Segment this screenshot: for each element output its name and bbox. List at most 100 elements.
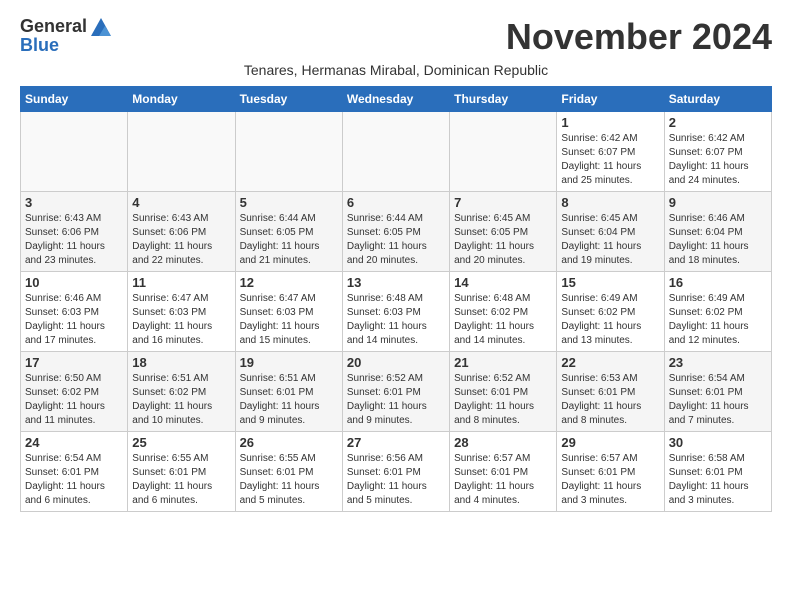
calendar-day-cell: 16 Sunrise: 6:49 AMSunset: 6:02 PMDayligh… [664,272,771,352]
day-info: Sunrise: 6:53 AMSunset: 6:01 PMDaylight:… [561,372,659,428]
day-number: 27 [347,435,445,450]
calendar-day-cell: 30Sunrise: 6:58 AMSunset: 6:01 PMDayligh… [664,432,771,512]
day-number: 9 [669,195,767,210]
day-info: Sunrise: 6:49 AMSunset: 6:02 PMDaylight:… [669,292,767,348]
calendar-day-cell: 9 Sunrise: 6:46 AMSunset: 6:04 PMDaylight… [664,192,771,272]
calendar-day-cell: 13Sunrise: 6:48 AMSunset: 6:03 PMDayligh… [342,272,449,352]
day-number: 14 [454,275,552,290]
calendar-day-cell: 11 Sunrise: 6:47 AMSunset: 6:03 PMDayligh… [128,272,235,352]
calendar-day-cell: 25 Sunrise: 6:55 AMSunset: 6:01 PMDayligh… [128,432,235,512]
day-info: Sunrise: 6:46 AMSunset: 6:03 PMDaylight:… [25,292,123,348]
day-number: 19 [240,355,338,370]
day-info: Sunrise: 6:57 AMSunset: 6:01 PMDaylight:… [561,452,659,508]
calendar-day-cell: 14 Sunrise: 6:48 AMSunset: 6:02 PMDayligh… [450,272,557,352]
calendar-day-cell [235,112,342,192]
calendar-day-cell: 15 Sunrise: 6:49 AMSunset: 6:02 PMDayligh… [557,272,664,352]
calendar-day-cell: 10 Sunrise: 6:46 AMSunset: 6:03 PMDayligh… [21,272,128,352]
weekday-header-wednesday: Wednesday [342,87,449,112]
day-info: Sunrise: 6:45 AMSunset: 6:05 PMDaylight:… [454,212,552,268]
calendar-day-cell: 22 Sunrise: 6:53 AMSunset: 6:01 PMDayligh… [557,352,664,432]
day-info: Sunrise: 6:52 AMSunset: 6:01 PMDaylight:… [347,372,445,428]
day-number: 24 [25,435,123,450]
calendar-day-cell: 19 Sunrise: 6:51 AMSunset: 6:01 PMDayligh… [235,352,342,432]
day-info: Sunrise: 6:51 AMSunset: 6:01 PMDaylight:… [240,372,338,428]
day-info: Sunrise: 6:55 AMSunset: 6:01 PMDaylight:… [132,452,230,508]
day-number: 5 [240,195,338,210]
day-info: Sunrise: 6:43 AMSunset: 6:06 PMDaylight:… [25,212,123,268]
day-info: Sunrise: 6:54 AMSunset: 6:01 PMDaylight:… [25,452,123,508]
day-number: 26 [240,435,338,450]
day-info: Sunrise: 6:55 AMSunset: 6:01 PMDaylight:… [240,452,338,508]
calendar-week-row: 24 Sunrise: 6:54 AMSunset: 6:01 PMDayligh… [21,432,772,512]
day-info: Sunrise: 6:54 AMSunset: 6:01 PMDaylight:… [669,372,767,428]
day-number: 3 [25,195,123,210]
weekday-header-tuesday: Tuesday [235,87,342,112]
calendar-week-row: 10 Sunrise: 6:46 AMSunset: 6:03 PMDayligh… [21,272,772,352]
calendar-day-cell: 1Sunrise: 6:42 AMSunset: 6:07 PMDaylight… [557,112,664,192]
day-info: Sunrise: 6:58 AMSunset: 6:01 PMDaylight:… [669,452,767,508]
calendar-day-cell: 2 Sunrise: 6:42 AMSunset: 6:07 PMDaylight… [664,112,771,192]
day-number: 21 [454,355,552,370]
calendar-day-cell [342,112,449,192]
calendar-day-cell: 18Sunrise: 6:51 AMSunset: 6:02 PMDayligh… [128,352,235,432]
day-number: 29 [561,435,659,450]
day-number: 6 [347,195,445,210]
day-number: 15 [561,275,659,290]
calendar-week-row: 17 Sunrise: 6:50 AMSunset: 6:02 PMDayligh… [21,352,772,432]
weekday-header-row: SundayMondayTuesdayWednesdayThursdayFrid… [21,87,772,112]
day-info: Sunrise: 6:46 AMSunset: 6:04 PMDaylight:… [669,212,767,268]
page-header: General Blue November 2024 [20,16,772,58]
day-info: Sunrise: 6:48 AMSunset: 6:02 PMDaylight:… [454,292,552,348]
calendar-day-cell: 17 Sunrise: 6:50 AMSunset: 6:02 PMDayligh… [21,352,128,432]
day-info: Sunrise: 6:45 AMSunset: 6:04 PMDaylight:… [561,212,659,268]
calendar-day-cell: 21Sunrise: 6:52 AMSunset: 6:01 PMDayligh… [450,352,557,432]
day-number: 4 [132,195,230,210]
day-info: Sunrise: 6:42 AMSunset: 6:07 PMDaylight:… [669,132,767,188]
logo-general-text: General [20,16,87,37]
weekday-header-monday: Monday [128,87,235,112]
day-info: Sunrise: 6:50 AMSunset: 6:02 PMDaylight:… [25,372,123,428]
weekday-header-sunday: Sunday [21,87,128,112]
day-number: 2 [669,115,767,130]
calendar-day-cell: 20 Sunrise: 6:52 AMSunset: 6:01 PMDayligh… [342,352,449,432]
day-number: 10 [25,275,123,290]
day-info: Sunrise: 6:49 AMSunset: 6:02 PMDaylight:… [561,292,659,348]
day-info: Sunrise: 6:44 AMSunset: 6:05 PMDaylight:… [347,212,445,268]
day-number: 18 [132,355,230,370]
day-number: 16 [669,275,767,290]
day-number: 20 [347,355,445,370]
calendar-day-cell: 28Sunrise: 6:57 AMSunset: 6:01 PMDayligh… [450,432,557,512]
month-title: November 2024 [506,16,772,58]
day-info: Sunrise: 6:47 AMSunset: 6:03 PMDaylight:… [132,292,230,348]
day-number: 23 [669,355,767,370]
calendar-day-cell: 7Sunrise: 6:45 AMSunset: 6:05 PMDaylight… [450,192,557,272]
calendar-day-cell: 23 Sunrise: 6:54 AMSunset: 6:01 PMDayligh… [664,352,771,432]
calendar-day-cell [128,112,235,192]
logo-icon [91,18,111,36]
day-number: 11 [132,275,230,290]
day-info: Sunrise: 6:47 AMSunset: 6:03 PMDaylight:… [240,292,338,348]
weekday-header-thursday: Thursday [450,87,557,112]
day-number: 17 [25,355,123,370]
calendar-day-cell: 24 Sunrise: 6:54 AMSunset: 6:01 PMDayligh… [21,432,128,512]
weekday-header-friday: Friday [557,87,664,112]
day-number: 12 [240,275,338,290]
day-info: Sunrise: 6:43 AMSunset: 6:06 PMDaylight:… [132,212,230,268]
calendar-day-cell: 3 Sunrise: 6:43 AMSunset: 6:06 PMDaylight… [21,192,128,272]
calendar-day-cell: 5 Sunrise: 6:44 AMSunset: 6:05 PMDaylight… [235,192,342,272]
logo: General Blue [20,16,111,56]
day-info: Sunrise: 6:56 AMSunset: 6:01 PMDaylight:… [347,452,445,508]
calendar-day-cell [21,112,128,192]
calendar-day-cell: 4 Sunrise: 6:43 AMSunset: 6:06 PMDaylight… [128,192,235,272]
day-number: 28 [454,435,552,450]
day-number: 8 [561,195,659,210]
calendar-table: SundayMondayTuesdayWednesdayThursdayFrid… [20,86,772,512]
calendar-day-cell: 26 Sunrise: 6:55 AMSunset: 6:01 PMDayligh… [235,432,342,512]
subtitle: Tenares, Hermanas Mirabal, Dominican Rep… [20,62,772,78]
day-number: 22 [561,355,659,370]
calendar-day-cell: 6 Sunrise: 6:44 AMSunset: 6:05 PMDaylight… [342,192,449,272]
calendar-day-cell: 27 Sunrise: 6:56 AMSunset: 6:01 PMDayligh… [342,432,449,512]
day-number: 25 [132,435,230,450]
day-info: Sunrise: 6:44 AMSunset: 6:05 PMDaylight:… [240,212,338,268]
calendar-week-row: 1Sunrise: 6:42 AMSunset: 6:07 PMDaylight… [21,112,772,192]
